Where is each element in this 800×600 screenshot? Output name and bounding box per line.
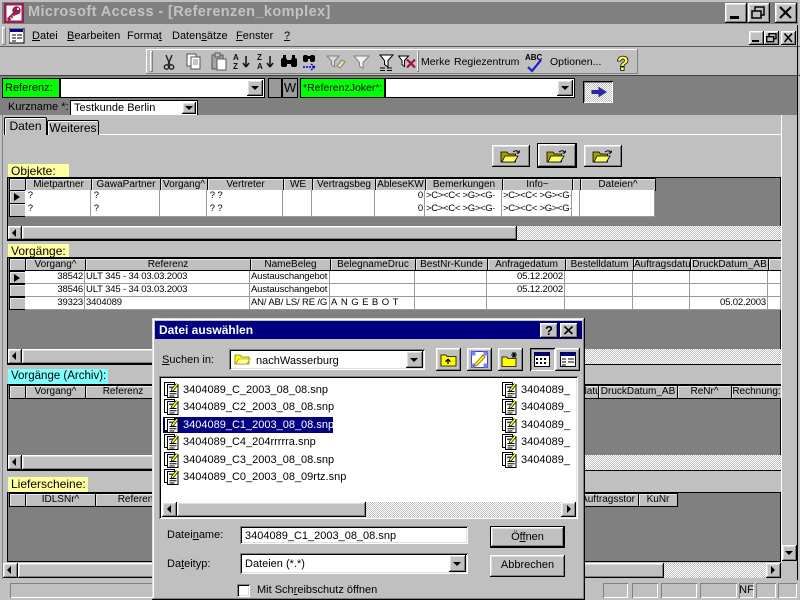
svg-text:A: A xyxy=(257,62,263,71)
svg-text:?: ? xyxy=(617,54,629,74)
svg-text:A: A xyxy=(233,53,239,62)
svg-text:Z: Z xyxy=(233,62,238,71)
svg-text:Z: Z xyxy=(257,53,262,62)
